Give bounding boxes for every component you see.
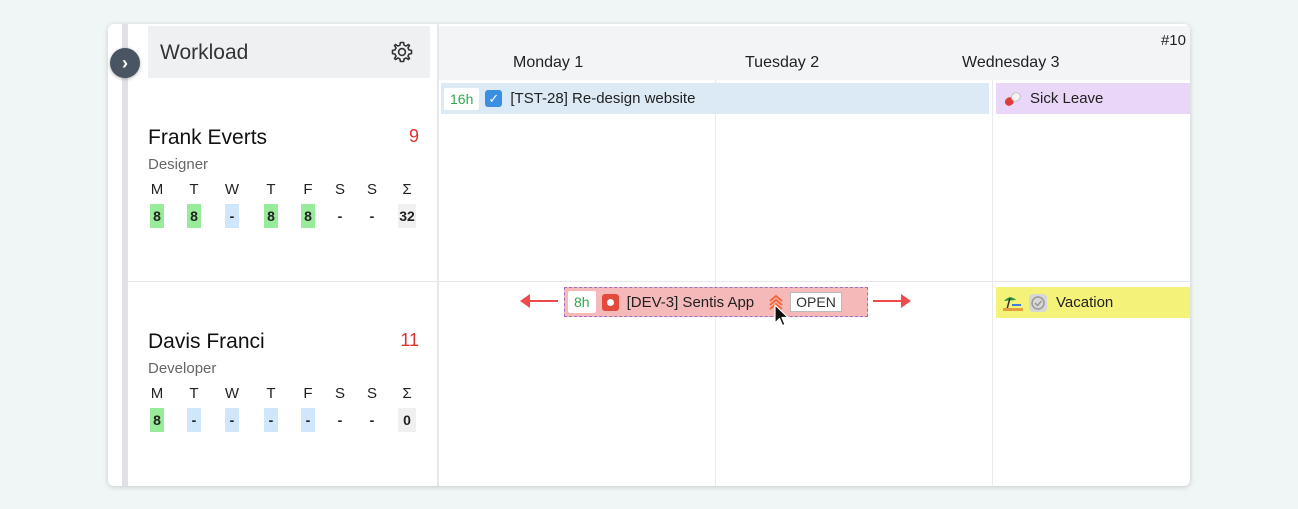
weekday-label: S: [366, 181, 377, 198]
weekday-label: T: [189, 181, 199, 198]
user-name: Davis Franci: [148, 330, 265, 353]
day-hours-cell: 8: [264, 204, 278, 228]
user-name: Frank Everts: [148, 126, 268, 149]
weekday-label: T: [189, 385, 199, 402]
workload-header: Workload: [148, 26, 430, 78]
drag-left-arrow-icon: [520, 294, 558, 308]
bug-icon: [601, 293, 619, 311]
checkbox-icon: ✓: [485, 90, 503, 107]
weekday-values: 8 8 - 8 8 - - 32: [148, 204, 428, 230]
day-hours-cell: -: [369, 412, 375, 428]
day-hours-cell: -: [225, 408, 239, 432]
weekday-label: Σ: [402, 385, 412, 402]
total-hours-cell: 32: [398, 204, 416, 228]
workload-title: Workload: [160, 41, 249, 64]
weekday-label: S: [334, 181, 345, 198]
column-divider: [437, 24, 439, 486]
day-header-wednesday: Wednesday 3: [962, 54, 1060, 71]
weekday-label: M: [150, 385, 164, 402]
status-badge: OPEN: [790, 292, 842, 312]
workload-panel: › Workload Monday 1 Tuesday 2 Wednesday …: [108, 24, 1190, 486]
day-hours-cell: 8: [301, 204, 315, 228]
weekday-headers: M T W T F S S Σ: [148, 181, 428, 201]
weekday-label: Σ: [402, 181, 412, 198]
user-card-frank-everts[interactable]: Frank Everts 9 Designer M T W T F S S Σ …: [148, 126, 428, 236]
issue-count: 9: [408, 126, 419, 146]
gear-icon[interactable]: [390, 40, 414, 64]
user-role: Developer: [148, 360, 217, 377]
chevron-right-icon: ›: [122, 52, 128, 73]
weekday-label: T: [266, 181, 276, 198]
day-divider: [992, 80, 993, 486]
task-title: [DEV-3] Sentis App: [626, 293, 755, 311]
mouse-cursor-icon: [774, 304, 789, 327]
weekday-label: W: [224, 385, 240, 402]
day-hours-cell: -: [187, 408, 201, 432]
done-check-icon: [1029, 293, 1047, 312]
task-bar-dev-3[interactable]: 8h [DEV-3] Sentis App OPEN: [564, 287, 868, 317]
weekday-values: 8 - - - - - - 0: [148, 408, 428, 434]
day-hours-cell: -: [225, 204, 239, 228]
event-title: Vacation: [1056, 294, 1114, 311]
event-vacation[interactable]: Vacation: [996, 287, 1190, 318]
left-strip: [122, 24, 128, 486]
day-hours-cell: 8: [187, 204, 201, 228]
weekday-label: F: [303, 181, 313, 198]
beach-icon: [1003, 296, 1023, 311]
day-hours-cell: -: [337, 208, 343, 224]
hours-chip: 16h: [444, 87, 480, 110]
day-header-monday: Monday 1: [513, 54, 584, 71]
day-hours-cell: 8: [150, 408, 164, 432]
task-title: [TST-28] Re-design website: [510, 90, 696, 107]
weekday-label: T: [266, 385, 276, 402]
weekday-label: W: [224, 181, 240, 198]
weekday-label: S: [366, 385, 377, 402]
expand-button[interactable]: ›: [110, 48, 140, 78]
day-hours-cell: -: [264, 408, 278, 432]
weekday-headers: M T W T F S S Σ: [148, 385, 428, 405]
user-role: Designer: [148, 156, 209, 173]
pill-icon: [1004, 91, 1021, 106]
hours-chip: 8h: [568, 291, 596, 313]
drag-right-arrow-icon: [873, 294, 911, 308]
weekday-label: M: [150, 181, 164, 198]
row-divider: [128, 281, 1190, 282]
day-header-tuesday: Tuesday 2: [745, 54, 820, 71]
weekday-label: F: [303, 385, 313, 402]
day-divider: [715, 80, 716, 486]
event-title: Sick Leave: [1030, 90, 1104, 107]
task-bar-tst-28[interactable]: 16h ✓ [TST-28] Re-design website: [441, 83, 989, 114]
calendar-header: Monday 1 Tuesday 2 Wednesday 3 #10: [439, 26, 1190, 80]
day-hours-cell: -: [337, 412, 343, 428]
issue-count: 11: [400, 330, 419, 350]
day-hours-cell: -: [369, 208, 375, 224]
day-hours-cell: 8: [150, 204, 164, 228]
week-number: #10: [1160, 32, 1186, 49]
total-hours-cell: 0: [398, 408, 416, 432]
user-card-davis-franci[interactable]: Davis Franci 11 Developer M T W T F S S …: [148, 330, 428, 440]
weekday-label: S: [334, 385, 345, 402]
event-sick-leave[interactable]: Sick Leave: [996, 83, 1190, 114]
day-hours-cell: -: [301, 408, 315, 432]
